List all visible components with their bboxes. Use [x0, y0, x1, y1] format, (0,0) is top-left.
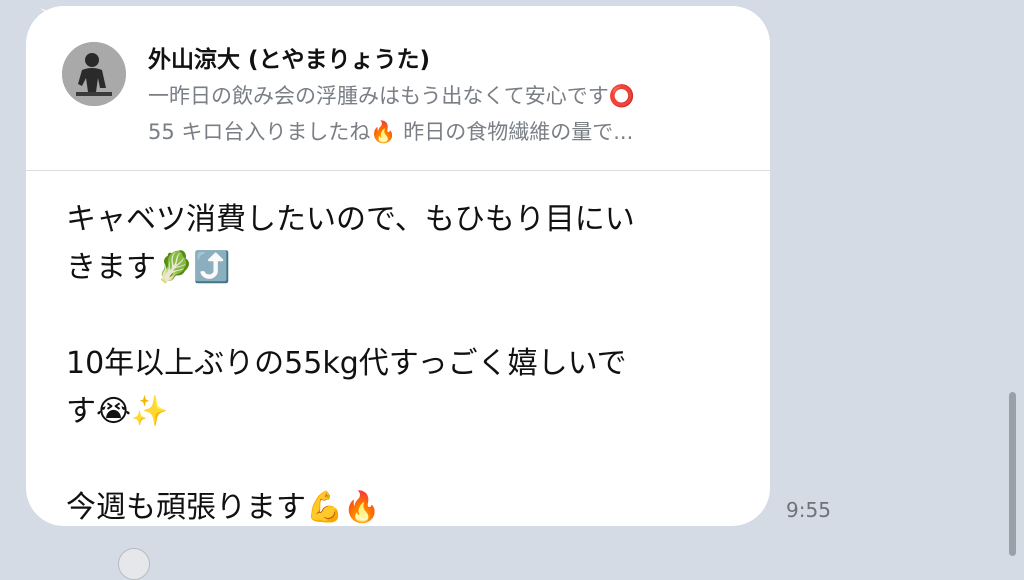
message-paragraph: 10年以上ぶりの55kg代すっごく嬉しいで す😭✨: [66, 346, 627, 429]
message-paragraph: キャベツ消費したいので、もひもり目にい きます🥬⤴️: [66, 202, 635, 285]
message-paragraph: 今週も頑張ります💪🔥: [66, 490, 381, 525]
quoted-sender-name: 外山涼大 (とやまりょうた): [148, 47, 431, 73]
quoted-preview-line: 55 キロ台入りましたね🔥 昨日の食物繊維の量で...: [148, 120, 634, 144]
scrollbar[interactable]: [1009, 392, 1016, 556]
message-text: キャベツ消費したいので、もひもり目にい きます🥬⤴️ 10年以上ぶりの55kg代…: [66, 196, 746, 532]
message-bubble[interactable]: 外山涼大 (とやまりょうた) 一昨日の飲み会の浮腫みはもう出なくて安心です⭕ 5…: [26, 6, 770, 526]
person-silhouette-icon: [62, 42, 126, 106]
next-message-avatar[interactable]: [118, 548, 150, 580]
quoted-reply[interactable]: 外山涼大 (とやまりょうた) 一昨日の飲み会の浮腫みはもう出なくて安心です⭕ 5…: [26, 6, 770, 171]
message-timestamp: 9:55: [786, 498, 831, 522]
avatar[interactable]: [62, 42, 126, 106]
quoted-preview-line: 一昨日の飲み会の浮腫みはもう出なくて安心です⭕: [148, 84, 635, 108]
